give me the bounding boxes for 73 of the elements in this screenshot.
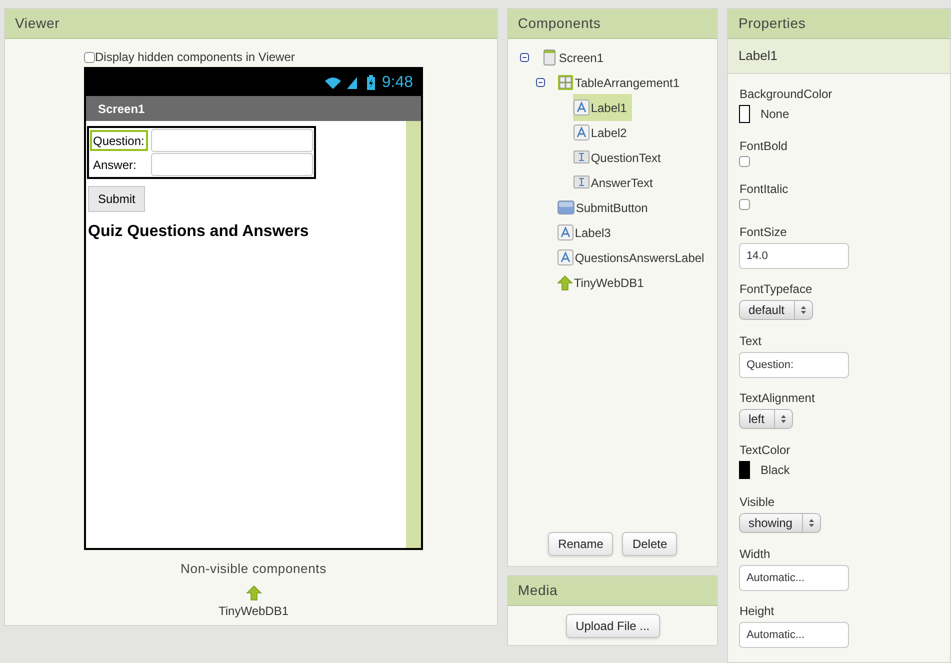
button-shape-icon — [556, 199, 575, 216]
property-label: FontBold — [739, 138, 788, 153]
color-name: None — [760, 106, 790, 123]
action-button[interactable]: Rename — [548, 532, 614, 556]
action-button[interactable]: Delete — [622, 532, 678, 556]
label-icon — [572, 124, 590, 141]
property-label: Width — [739, 546, 772, 561]
property-label: Text — [739, 333, 762, 348]
property-label: FontItalic — [739, 181, 790, 196]
panel-header: Media — [508, 576, 718, 606]
clock-time: 9:48 — [382, 72, 413, 92]
color-name: Black — [760, 462, 790, 479]
text-field[interactable]: Question: — [739, 352, 850, 378]
panel-header: Components — [508, 9, 718, 39]
tree-item[interactable]: QuestionsAnswersLabel — [556, 244, 710, 271]
up-arrow-icon — [556, 274, 573, 290]
updown-arrows-icon — [800, 305, 808, 315]
signal-icon — [346, 75, 358, 90]
property-label: FontTypeface — [739, 281, 814, 296]
collapse-icon[interactable] — [520, 53, 529, 62]
property-label: Height — [739, 603, 776, 618]
property-label: TextAlignment — [739, 390, 816, 405]
text-input[interactable] — [151, 129, 313, 152]
tree-item[interactable]: SubmitButton — [556, 194, 653, 221]
tree-item[interactable]: Screen1 — [540, 44, 609, 71]
panel-header: Viewer — [5, 9, 497, 39]
label-icon — [572, 99, 590, 116]
tree-item[interactable]: AnswerText — [572, 169, 658, 196]
checkbox[interactable] — [84, 52, 95, 62]
checkbox[interactable] — [739, 156, 750, 167]
color-swatch[interactable] — [739, 461, 750, 479]
color-swatch[interactable] — [739, 105, 750, 123]
submit-button[interactable]: Submit — [88, 186, 146, 212]
grid-icon — [556, 74, 574, 91]
dropdown[interactable]: left — [739, 409, 794, 429]
app-title-bar: Screen1 — [86, 96, 421, 121]
tree-item[interactable]: TinyWebDB1 — [556, 269, 649, 296]
panel-header: Properties — [728, 9, 950, 39]
text-cursor-icon — [572, 174, 590, 191]
updown-arrows-icon — [780, 414, 788, 424]
property-label: Visible — [739, 494, 776, 509]
upload-button[interactable]: Upload File ... — [566, 614, 660, 638]
component-name: TinyWebDB1 — [218, 602, 289, 620]
tree-item[interactable]: Label1 — [572, 94, 632, 121]
text-field[interactable]: Automatic... — [739, 565, 850, 591]
tree-item[interactable]: Label3 — [556, 219, 616, 246]
text-field[interactable]: Automatic... — [739, 622, 850, 648]
label-icon — [556, 224, 574, 241]
text-field[interactable]: 14.0 — [739, 243, 850, 269]
property-label: FontSize — [739, 224, 788, 239]
checkbox-label: Display hidden components in Viewer — [95, 49, 295, 66]
label-icon — [556, 249, 574, 266]
section-title: Non-visible components — [180, 560, 326, 578]
up-arrow-icon — [246, 584, 262, 600]
property-label: TextColor — [739, 442, 792, 457]
tree-item[interactable]: Label2 — [572, 119, 632, 146]
heading-label: Quiz Questions and Answers — [88, 222, 309, 242]
field-label[interactable]: Answer: — [90, 154, 148, 175]
property-label: BackgroundColor — [739, 86, 834, 101]
selected-component-name: Label1 — [728, 39, 950, 74]
dropdown[interactable]: default — [739, 300, 814, 320]
tree-item[interactable]: QuestionText — [572, 144, 666, 171]
phone-screen-icon — [540, 49, 558, 66]
field-label[interactable]: Question: — [90, 130, 148, 151]
dropdown[interactable]: showing — [739, 513, 822, 533]
text-cursor-icon — [572, 149, 590, 166]
collapse-icon[interactable] — [536, 78, 545, 87]
wifi-icon — [324, 76, 342, 90]
checkbox[interactable] — [739, 199, 750, 210]
battery-icon — [366, 75, 376, 90]
text-input[interactable] — [151, 153, 313, 176]
tree-item[interactable]: TableArrangement1 — [556, 69, 685, 96]
updown-arrows-icon — [808, 518, 816, 528]
